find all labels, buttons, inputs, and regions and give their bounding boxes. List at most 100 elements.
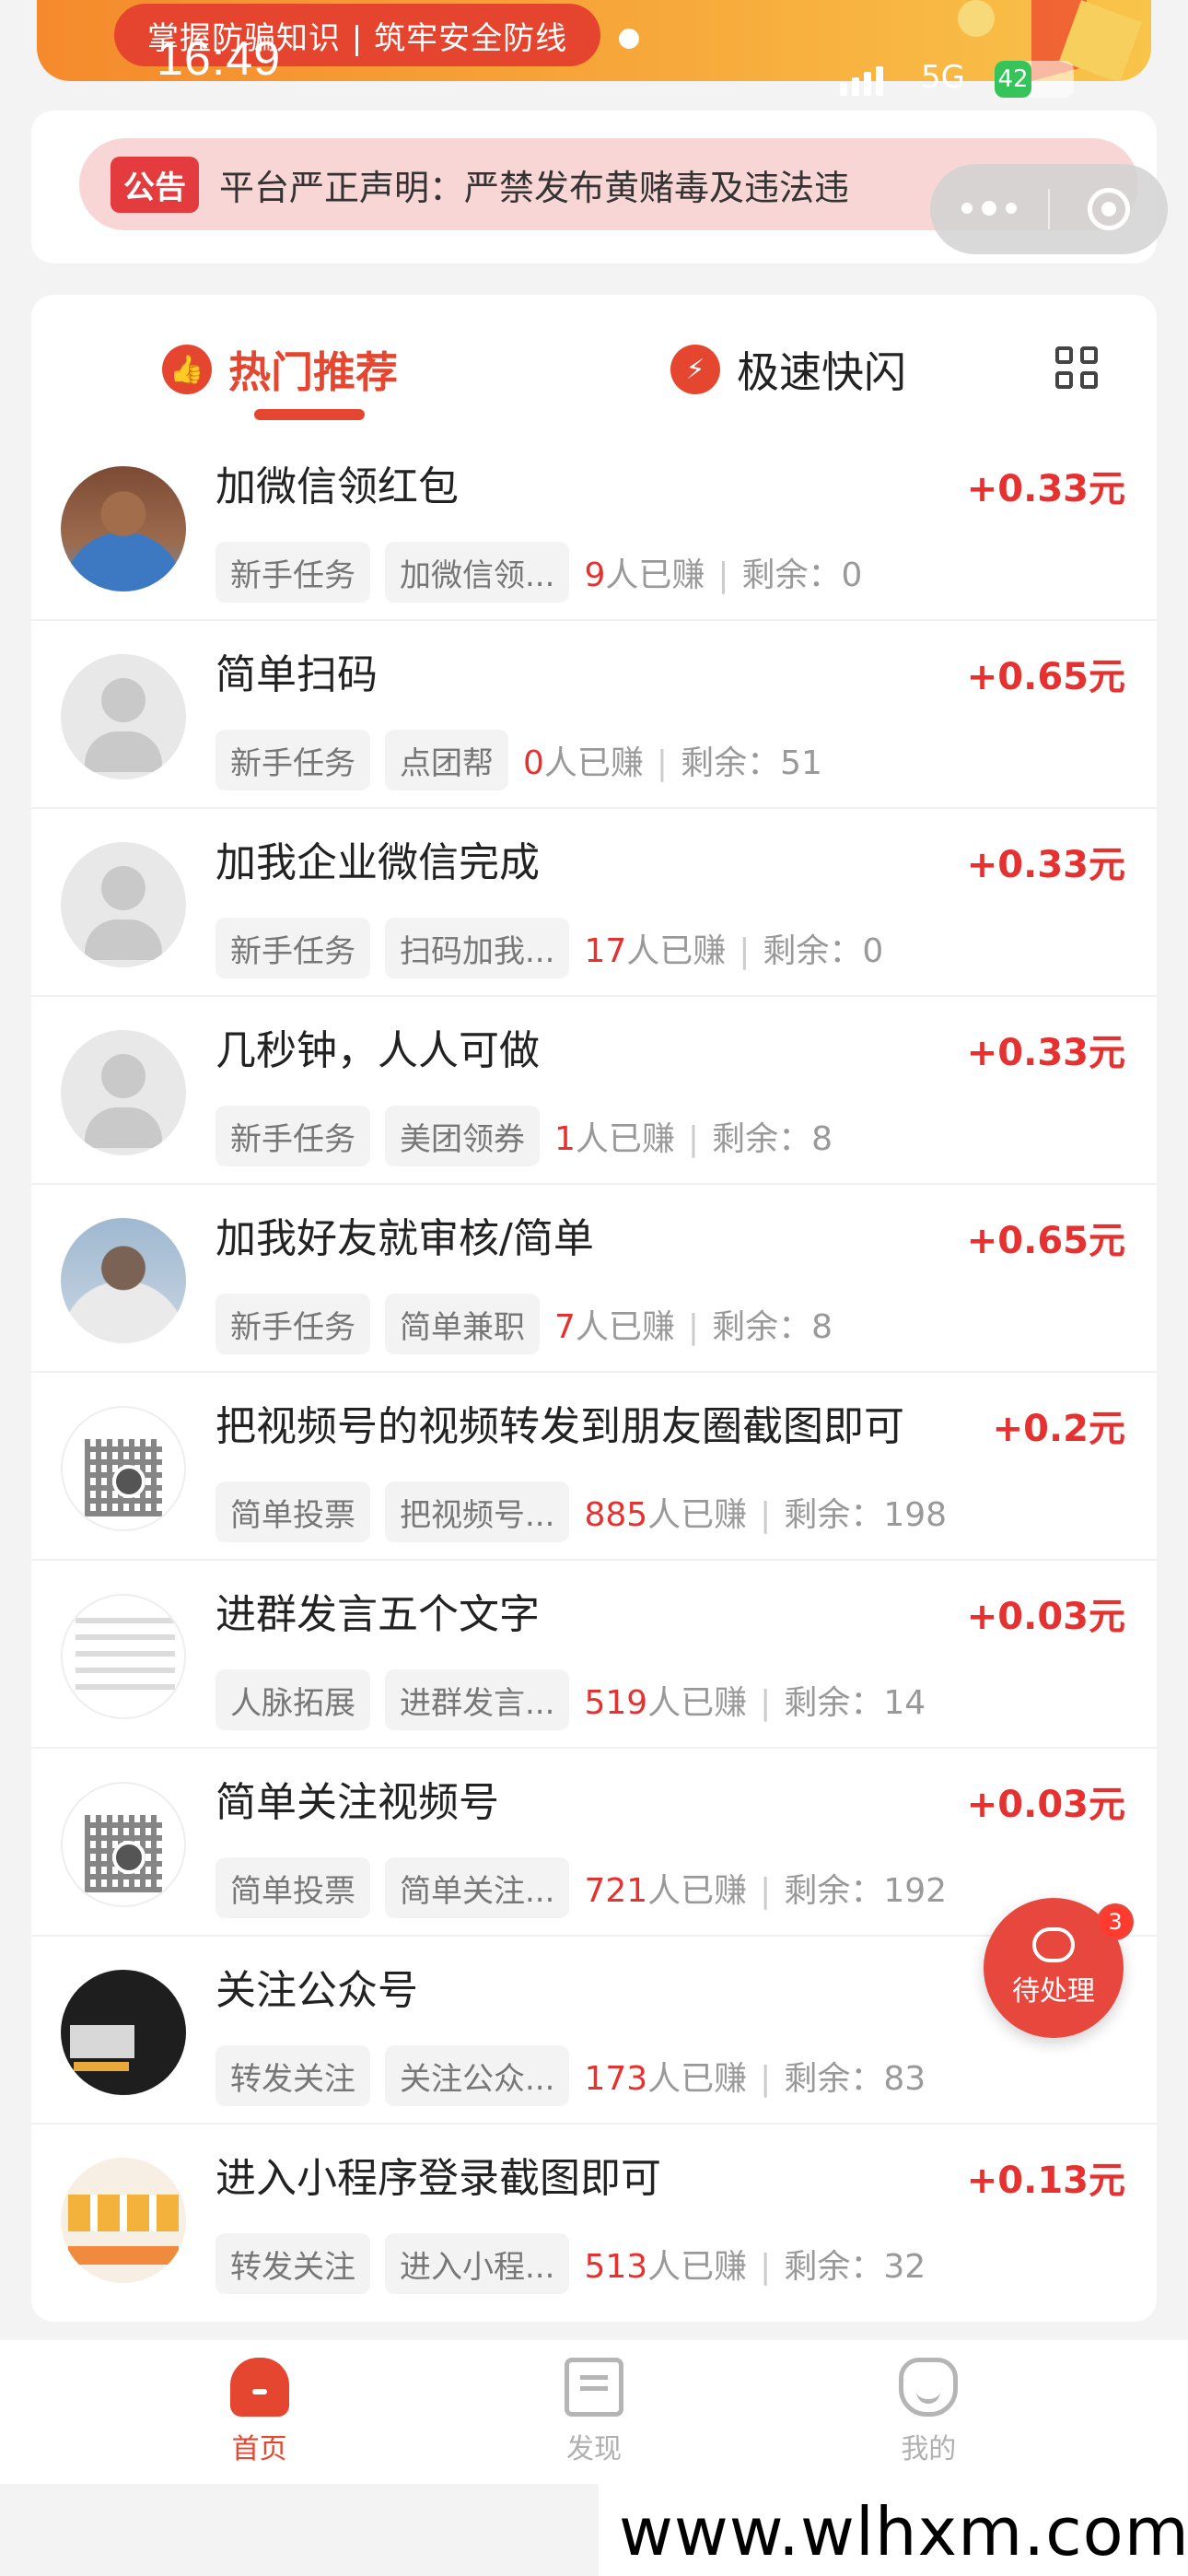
earned-suffix: 人已赚 xyxy=(647,1496,748,1534)
default-avatar-icon xyxy=(61,1030,186,1155)
task-category-tag: 新手任务 xyxy=(215,542,370,603)
more-icon[interactable] xyxy=(930,201,1048,216)
avatar xyxy=(61,466,186,591)
tab-label: 热门推荐 xyxy=(228,347,398,397)
remaining-label: 剩余： xyxy=(784,1496,884,1534)
task-category-tag: 新手任务 xyxy=(215,918,370,978)
task-row[interactable]: 简单关注视频号 +0.03元 简单投票 简单关注... 721人已赚 | 剩余：19… xyxy=(31,1749,1157,1937)
battery-icon: 42 xyxy=(995,61,1074,98)
remaining-count: 14 xyxy=(883,1684,926,1722)
default-avatar-icon xyxy=(61,654,186,779)
remaining-label: 剩余： xyxy=(712,1120,812,1158)
task-name-tag: 加微信领... xyxy=(385,542,570,603)
task-row[interactable]: 简单扫码 +0.65元 新手任务 点团帮 0人已赚 | 剩余：51 xyxy=(31,621,1157,809)
task-row[interactable]: 进入小程序登录截图即可 +0.13元 转发关注 进入小程... 513人已赚 | 剩… xyxy=(31,2125,1157,2313)
banner-decoration xyxy=(958,0,995,37)
tab-flash[interactable]: ⚡ 极速快闪 xyxy=(670,339,906,400)
earned-suffix: 人已赚 xyxy=(605,556,705,594)
task-meta: 新手任务 扫码加我... 17人已赚 | 剩余：0 xyxy=(215,918,883,978)
notice-text: 平台严正声明：严禁发布黄赌毒及违法违 xyxy=(219,167,850,208)
task-meta: 新手任务 简单兼职 7人已赚 | 剩余：8 xyxy=(215,1294,833,1354)
tab-hot-recommend[interactable]: 👍 热门推荐 xyxy=(162,339,398,400)
task-category-tag: 人脉拓展 xyxy=(215,1669,370,1730)
task-name-tag: 进群发言... xyxy=(385,1669,570,1730)
task-category-tag: 转发关注 xyxy=(215,2045,370,2106)
task-meta: 新手任务 美团领券 1人已赚 | 剩余：8 xyxy=(215,1106,833,1166)
remaining-count: 0 xyxy=(862,932,884,970)
default-avatar-icon xyxy=(61,842,186,967)
task-stats: 519人已赚 | 剩余：14 xyxy=(584,1684,926,1722)
smile-face-icon xyxy=(899,2358,959,2417)
nav-home[interactable]: 首页 xyxy=(168,2358,352,2466)
remaining-count: 8 xyxy=(811,1120,833,1158)
task-row[interactable]: 进群发言五个文字 +0.03元 人脉拓展 进群发言... 519人已赚 | 剩余：1… xyxy=(31,1561,1157,1749)
earned-count: 7 xyxy=(554,1308,576,1346)
earned-count: 17 xyxy=(584,932,627,970)
nav-label: 发现 xyxy=(565,2433,622,2465)
watermark: www.wlhxm.com xyxy=(619,2493,1188,2570)
task-title: 加微信领红包 xyxy=(215,463,459,510)
earned-suffix: 人已赚 xyxy=(647,1684,748,1722)
task-name-tag: 扫码加我... xyxy=(385,918,570,978)
task-meta: 简单投票 把视频号... 885人已赚 | 剩余：198 xyxy=(215,1481,947,1542)
task-stats: 1人已赚 | 剩余：8 xyxy=(554,1120,833,1158)
earned-suffix: 人已赚 xyxy=(647,2248,748,2286)
banner-dot xyxy=(619,29,639,49)
active-tab-indicator xyxy=(254,409,365,420)
task-list: 加微信领红包 +0.33元 新手任务 加微信领... 9人已赚 | 剩余：0 简单扫… xyxy=(31,433,1157,2313)
task-reward: +0.33元 xyxy=(966,468,1125,510)
task-name-tag: 进入小程... xyxy=(385,2233,570,2294)
task-stats: 173人已赚 | 剩余：83 xyxy=(584,2060,926,2098)
pending-label: 待处理 xyxy=(1012,1975,1095,2008)
network-label: 5G xyxy=(921,59,965,96)
miniprogram-screenshot-avatar xyxy=(61,2158,186,2283)
nav-withdraw[interactable]: 发现 xyxy=(502,2358,686,2466)
thumbs-up-icon: 👍 xyxy=(162,345,212,394)
miniprogram-capsule xyxy=(930,164,1168,254)
earned-suffix: 人已赚 xyxy=(575,1120,675,1158)
notice-tag: 公告 xyxy=(111,156,199,213)
task-stats: 721人已赚 | 剩余：192 xyxy=(584,1872,948,1910)
task-row[interactable]: 加我好友就审核/简单 +0.65元 新手任务 简单兼职 7人已赚 | 剩余：8 xyxy=(31,1185,1157,1373)
task-stats: 17人已赚 | 剩余：0 xyxy=(584,932,884,970)
task-title: 加我企业微信完成 xyxy=(215,839,540,886)
task-name-tag: 美团领券 xyxy=(385,1106,540,1166)
task-name-tag: 简单关注... xyxy=(385,1857,570,1918)
task-title: 几秒钟，人人可做 xyxy=(215,1027,540,1074)
remaining-label: 剩余： xyxy=(784,2248,884,2286)
task-category-tag: 新手任务 xyxy=(215,1294,370,1354)
task-row[interactable]: 几秒钟，人人可做 +0.33元 新手任务 美团领券 1人已赚 | 剩余：8 xyxy=(31,997,1157,1185)
task-row[interactable]: 把视频号的视频转发到朋友圈截图即可 +0.2元 简单投票 把视频号... 885… xyxy=(31,1373,1157,1561)
grid-view-icon[interactable] xyxy=(1055,346,1098,389)
earned-suffix: 人已赚 xyxy=(647,1872,748,1910)
close-miniprogram-icon[interactable] xyxy=(1050,188,1168,230)
task-category-tag: 新手任务 xyxy=(215,730,370,790)
task-meta: 新手任务 加微信领... 9人已赚 | 剩余：0 xyxy=(215,542,862,603)
task-title: 把视频号的视频转发到朋友圈截图即可 xyxy=(215,1403,904,1450)
earned-count: 513 xyxy=(584,2248,648,2286)
task-meta: 人脉拓展 进群发言... 519人已赚 | 剩余：14 xyxy=(215,1669,926,1730)
task-title: 关注公众号 xyxy=(215,1967,418,2014)
task-row[interactable]: 加我企业微信完成 +0.33元 新手任务 扫码加我... 17人已赚 | 剩余：0 xyxy=(31,809,1157,997)
qr-code-avatar xyxy=(61,1782,186,1907)
nav-me[interactable]: 我的 xyxy=(836,2358,1020,2466)
task-title: 简单关注视频号 xyxy=(215,1779,499,1826)
task-stats: 0人已赚 | 剩余：51 xyxy=(523,744,822,782)
remaining-label: 剩余： xyxy=(784,1872,884,1910)
home-icon xyxy=(229,2358,289,2417)
task-row[interactable]: 加微信领红包 +0.33元 新手任务 加微信领... 9人已赚 | 剩余：0 xyxy=(31,433,1157,621)
task-reward: +0.03元 xyxy=(966,1784,1125,1826)
lightning-icon: ⚡ xyxy=(670,345,720,394)
task-name-tag: 把视频号... xyxy=(385,1481,570,1542)
earned-suffix: 人已赚 xyxy=(543,744,644,782)
nav-label: 首页 xyxy=(231,2433,287,2465)
earned-suffix: 人已赚 xyxy=(626,932,727,970)
task-tabs: 👍 热门推荐 ⚡ 极速快闪 xyxy=(31,295,1157,433)
pending-button[interactable]: 3 待处理 xyxy=(984,1898,1134,2038)
earned-count: 0 xyxy=(523,744,544,782)
remaining-count: 198 xyxy=(883,1496,948,1534)
remaining-count: 83 xyxy=(883,2060,926,2098)
remaining-count: 32 xyxy=(883,2248,926,2286)
remaining-label: 剩余： xyxy=(784,2060,884,2098)
signal-icon xyxy=(840,66,883,96)
